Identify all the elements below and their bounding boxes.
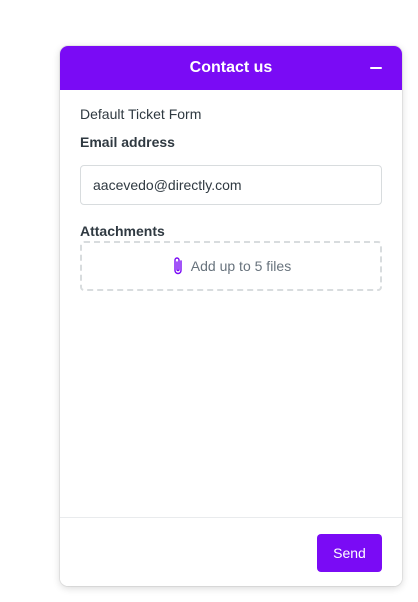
dropzone-text: Add up to 5 files bbox=[190, 258, 292, 274]
form-name: Default Ticket Form bbox=[80, 106, 202, 122]
email-label: Email address bbox=[80, 134, 175, 150]
minimize-button[interactable] bbox=[368, 60, 384, 76]
widget-title: Contact us bbox=[189, 59, 273, 76]
email-input[interactable] bbox=[80, 165, 382, 205]
attachments-label: Attachments bbox=[80, 223, 165, 239]
paperclip-icon bbox=[174, 257, 182, 275]
attachments-dropzone[interactable]: Add up to 5 files bbox=[80, 241, 382, 291]
widget-footer: Send bbox=[60, 517, 402, 586]
contact-widget: Contact us Default Ticket Form Email add… bbox=[60, 46, 402, 586]
minus-icon bbox=[370, 67, 382, 69]
send-button[interactable]: Send bbox=[317, 534, 382, 572]
widget-header: Contact us bbox=[60, 46, 402, 90]
